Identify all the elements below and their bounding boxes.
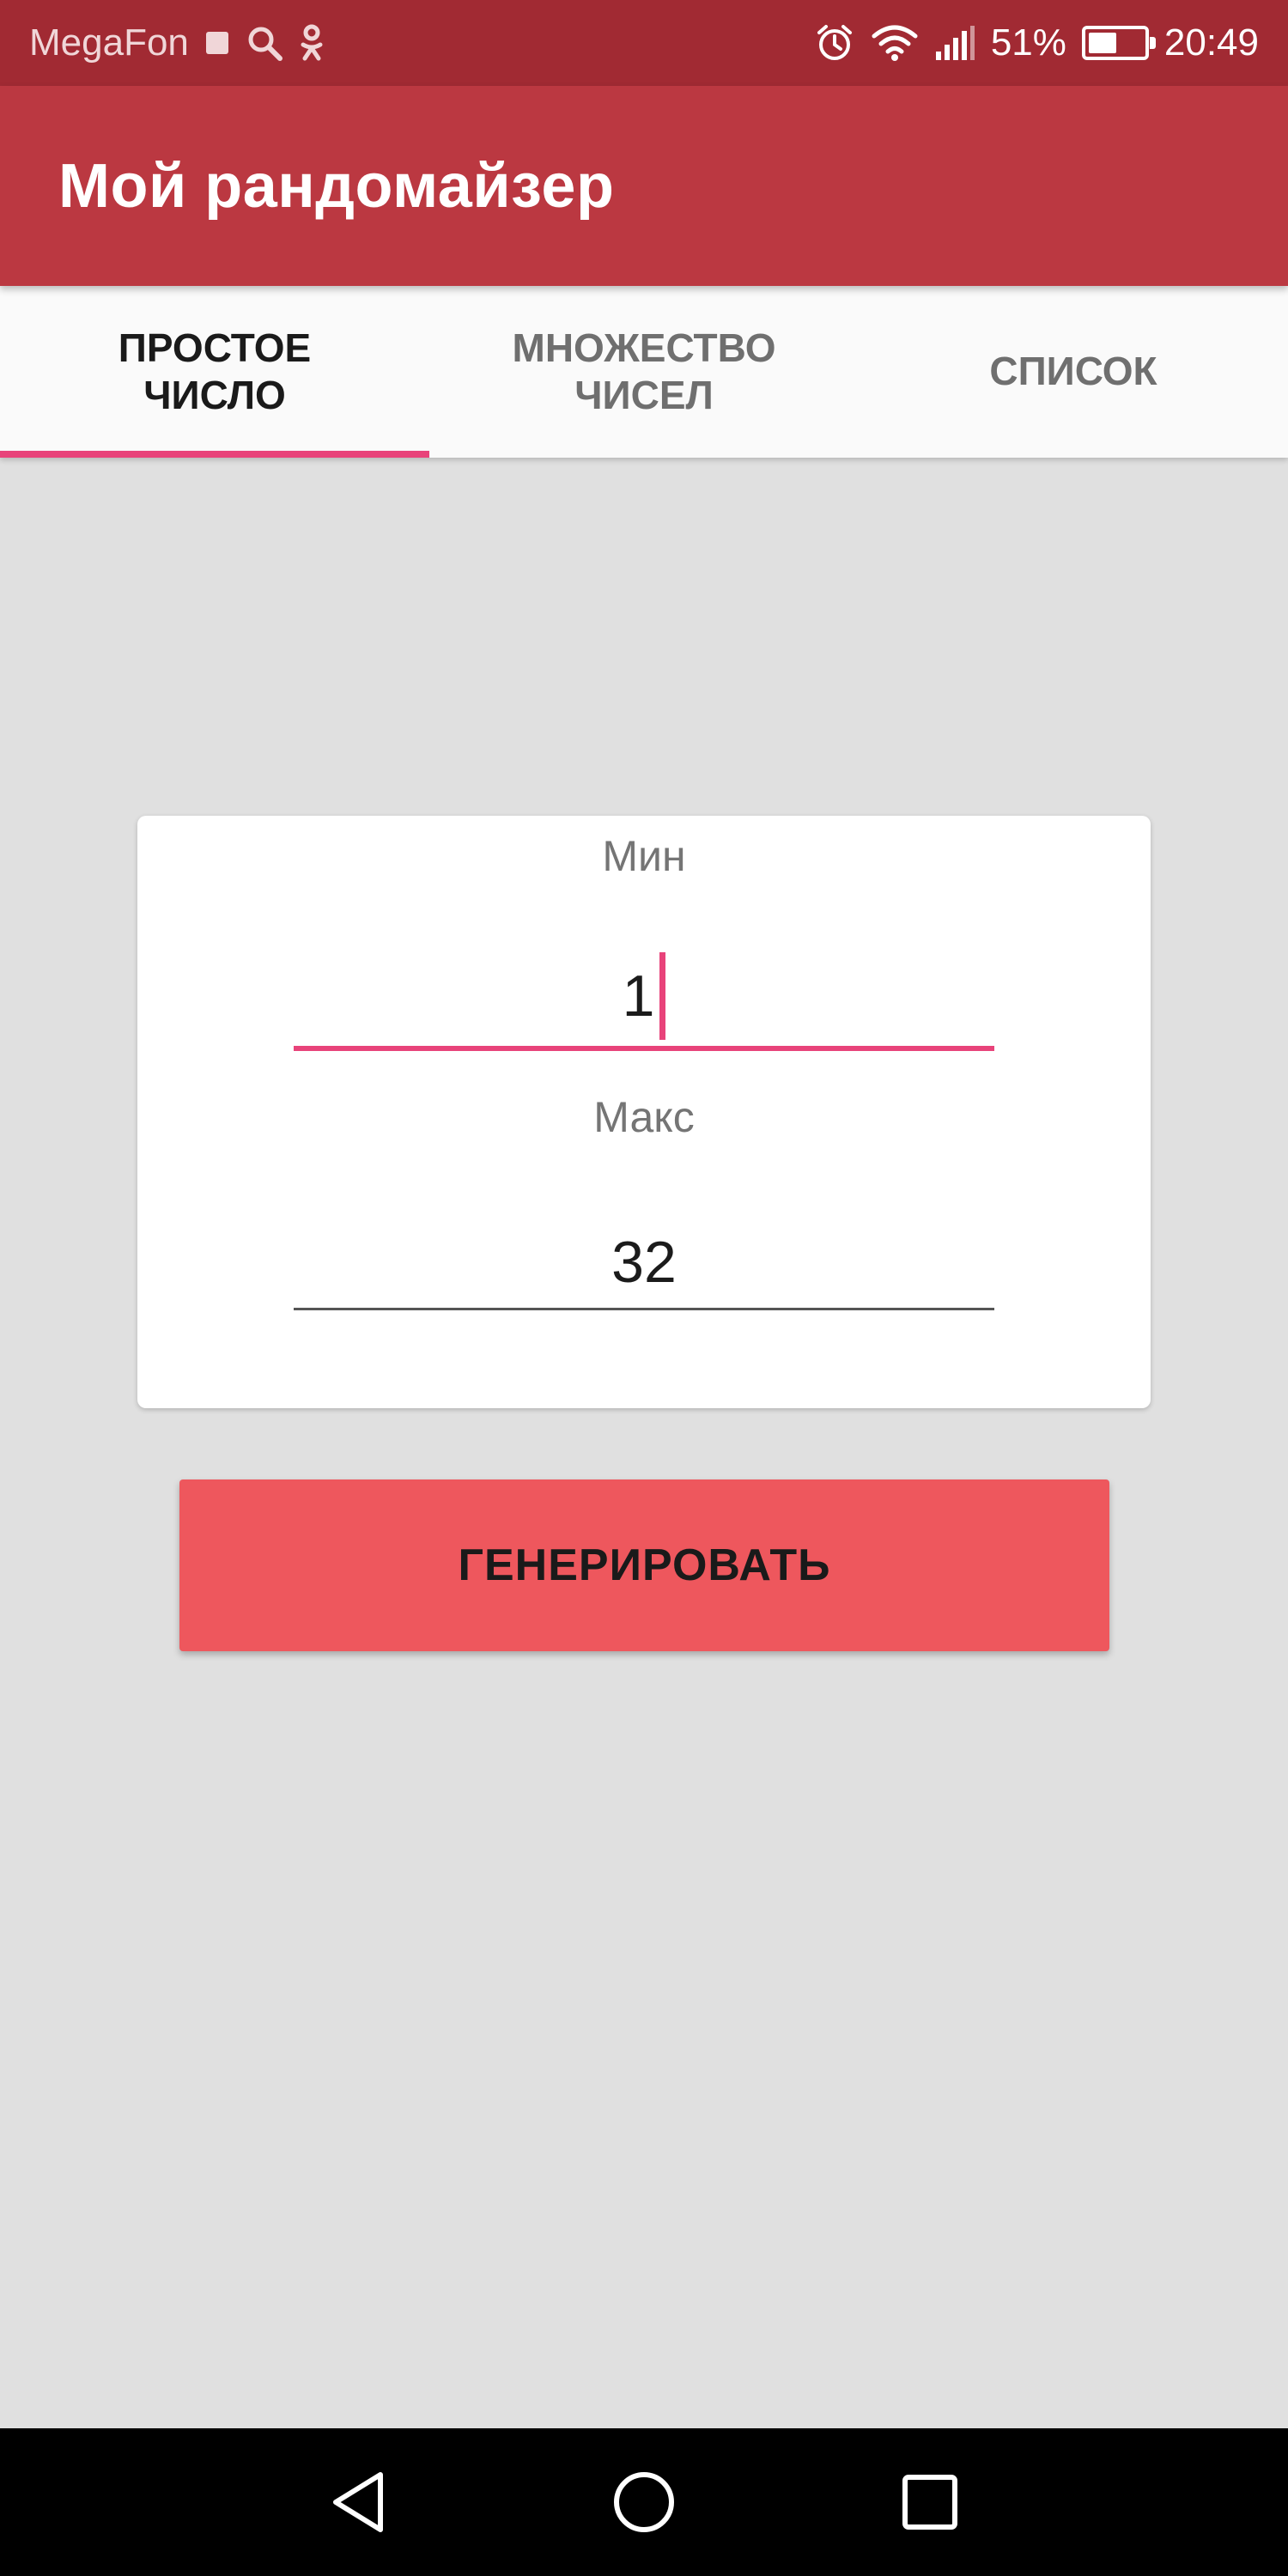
tab-number-set[interactable]: МНОЖЕСТВО ЧИСЕЛ: [429, 286, 859, 458]
app-title: Мой рандомайзер: [58, 151, 615, 221]
wifi-icon: [871, 21, 919, 64]
tab-bar: ПРОСТОЕ ЧИСЛО МНОЖЕСТВО ЧИСЕЛ СПИСОК: [0, 286, 1288, 458]
home-icon[interactable]: [601, 2459, 687, 2545]
tab-label: СПИСОК: [989, 349, 1157, 394]
signal-icon: [934, 21, 975, 64]
status-right: 51% 20:49: [814, 21, 1259, 64]
text-cursor: [659, 952, 666, 1040]
odnoklassniki-icon: [299, 21, 325, 64]
generate-button[interactable]: ГЕНЕРИРОВАТЬ: [179, 1479, 1109, 1651]
carrier-name: MegaFon: [29, 21, 189, 64]
tab-label: МНОЖЕСТВО ЧИСЕЛ: [512, 325, 776, 417]
recents-icon[interactable]: [887, 2459, 973, 2545]
stop-square-icon: [204, 21, 230, 64]
battery-icon: [1081, 26, 1156, 60]
range-card: Мин 1 Макс: [137, 816, 1151, 1408]
alarm-icon: [814, 21, 855, 64]
tab-label: ПРОСТОЕ ЧИСЛО: [118, 325, 312, 417]
clock: 20:49: [1163, 21, 1259, 64]
max-input[interactable]: [294, 1219, 994, 1305]
battery-level: [1088, 33, 1116, 53]
tab-list[interactable]: СПИСОК: [859, 286, 1288, 458]
navigation-bar: [0, 2428, 1288, 2576]
min-input[interactable]: 1: [294, 949, 994, 1043]
max-input-underline: [294, 1308, 994, 1310]
status-bar: MegaFon 51% 20:49: [0, 0, 1288, 86]
max-label: Макс: [593, 1093, 695, 1141]
min-input-underline: [294, 1046, 994, 1051]
status-left: MegaFon: [29, 21, 325, 64]
search-icon: [246, 21, 283, 64]
battery-percent: 51%: [990, 21, 1066, 64]
back-icon[interactable]: [316, 2459, 402, 2545]
tab-simple-number[interactable]: ПРОСТОЕ ЧИСЛО: [0, 286, 429, 458]
min-label: Мин: [602, 832, 686, 880]
min-value: 1: [622, 963, 655, 1029]
app-bar: Мой рандомайзер: [0, 86, 1288, 286]
active-tab-indicator: [0, 451, 429, 458]
